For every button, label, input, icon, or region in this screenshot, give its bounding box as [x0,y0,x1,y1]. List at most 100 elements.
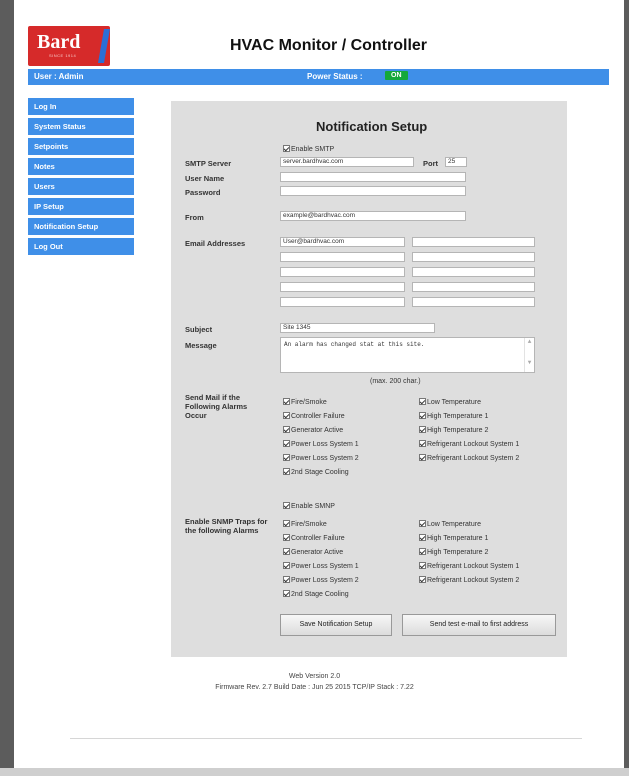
alarm-label: 2nd Stage Cooling [291,469,349,476]
alarm-label: Generator Active [291,427,344,434]
snmp-alarm-label: High Temperature 1 [427,535,489,542]
current-user: User : Admin [34,72,84,81]
message-textarea[interactable]: An alarm has changed stat at this site. … [280,337,535,373]
username-input[interactable] [280,172,466,182]
message-char-hint: (max. 200 char.) [370,378,421,385]
snmp-alarm-label: Power Loss System 1 [291,563,359,570]
sidebar-item-users[interactable]: Users [28,178,134,195]
alarms-section-label: Send Mail if the Following Alarms Occur [185,393,248,420]
snmp-alarm-label: 2nd Stage Cooling [291,591,349,598]
email-address-4[interactable] [412,252,535,262]
enable-smtp-checkbox[interactable]: Enable SMTP [283,145,334,154]
message-scrollbar[interactable]: ▲ ▼ [524,338,534,372]
subject-input[interactable]: Site 1345 [280,323,435,333]
alarm-checkbox-generator-active[interactable]: Generator Active [283,426,343,435]
email-address-8[interactable] [412,282,535,292]
enable-snmp-checkbox[interactable]: Enable SMNP [283,502,335,511]
snmp-checkbox-refrigerant-1[interactable]: Refrigerant Lockout System 1 [419,562,519,571]
smtp-server-label: SMTP Server [185,159,232,168]
alarm-checkbox-controller-failure[interactable]: Controller Failure [283,412,345,421]
alarm-label: High Temperature 2 [427,427,489,434]
power-status-label: Power Status : [307,72,363,81]
snmp-checkbox-power-loss-2[interactable]: Power Loss System 2 [283,576,359,585]
email-address-10[interactable] [412,297,535,307]
sidebar-item-log-out[interactable]: Log Out [28,238,134,255]
sidebar-item-ip-setup[interactable]: IP Setup [28,198,134,215]
subject-label: Subject [185,325,213,334]
send-test-email-button[interactable]: Send test e-mail to first address [402,614,556,636]
snmp-checkbox-2nd-stage-cooling[interactable]: 2nd Stage Cooling [283,590,349,599]
alarm-label: Controller Failure [291,413,345,420]
logo-text: Bard [37,31,81,53]
alarm-label: Refrigerant Lockout System 1 [427,441,520,448]
email-address-6[interactable] [412,267,535,277]
email-address-7[interactable] [280,282,405,292]
alarm-label: Power Loss System 1 [291,441,359,448]
snmp-checkbox-power-loss-1[interactable]: Power Loss System 1 [283,562,359,571]
message-label: Message [185,341,217,350]
page-header-title: HVAC Monitor / Controller [230,37,428,54]
alarm-checkbox-refrigerant-2[interactable]: Refrigerant Lockout System 2 [419,454,519,463]
snmp-alarm-label: Refrigerant Lockout System 1 [427,563,520,570]
save-notification-setup-button[interactable]: Save Notification Setup [280,614,392,636]
alarm-checkbox-high-temp-1[interactable]: High Temperature 1 [419,412,488,421]
snmp-alarm-label: Power Loss System 2 [291,577,359,584]
snmp-alarm-label: High Temperature 2 [427,549,489,556]
alarm-checkbox-power-loss-1[interactable]: Power Loss System 1 [283,440,359,449]
email-addresses-label: Email Addresses [185,239,246,248]
panel-title: Notification Setup [316,119,428,134]
username-label: User Name [185,174,225,183]
snmp-section-label: Enable SNMP Traps for the following Alar… [185,517,268,535]
snmp-alarm-label: Controller Failure [291,535,345,542]
enable-smtp-label: Enable SMTP [291,146,335,153]
email-address-3[interactable] [280,252,405,262]
email-address-5[interactable] [280,267,405,277]
port-label: Port [423,159,438,168]
snmp-checkbox-fire-smoke[interactable]: Fire/Smoke [283,520,327,529]
sidebar-item-setpoints[interactable]: Setpoints [28,138,134,155]
sidebar-item-notes[interactable]: Notes [28,158,134,175]
alarm-label: Refrigerant Lockout System 2 [427,455,520,462]
password-input[interactable] [280,186,466,196]
alarm-label: Low Temperature [427,399,481,406]
alarm-label: High Temperature 1 [427,413,489,420]
alarm-checkbox-low-temp[interactable]: Low Temperature [419,398,481,407]
port-input[interactable]: 25 [445,157,467,167]
snmp-checkbox-high-temp-2[interactable]: High Temperature 2 [419,548,488,557]
email-address-1[interactable]: User@bardhvac.com [280,237,405,247]
bard-logo: Bard SINCE 1914 [28,26,110,66]
smtp-server-input[interactable]: server.bardhvac.com [280,157,414,167]
snmp-alarm-label: Fire/Smoke [291,521,327,528]
snmp-checkbox-controller-failure[interactable]: Controller Failure [283,534,345,543]
sidebar-nav: Log In System Status Setpoints Notes Use… [28,98,134,258]
alarm-checkbox-refrigerant-1[interactable]: Refrigerant Lockout System 1 [419,440,519,449]
snmp-checkbox-low-temp[interactable]: Low Temperature [419,520,481,529]
alarm-checkbox-2nd-stage-cooling[interactable]: 2nd Stage Cooling [283,468,349,477]
email-address-9[interactable] [280,297,405,307]
email-address-2[interactable] [412,237,535,247]
bottom-scrollbar[interactable] [0,768,629,776]
firmware-info: Firmware Rev. 2.7 Build Date : Jun 25 20… [215,684,414,691]
snmp-checkbox-high-temp-1[interactable]: High Temperature 1 [419,534,488,543]
snmp-checkbox-refrigerant-2[interactable]: Refrigerant Lockout System 2 [419,576,519,585]
enable-snmp-label: Enable SMNP [291,503,335,510]
sidebar-item-notification-setup[interactable]: Notification Setup [28,218,134,235]
sidebar-item-system-status[interactable]: System Status [28,118,134,135]
alarm-checkbox-high-temp-2[interactable]: High Temperature 2 [419,426,488,435]
alarm-checkbox-fire-smoke[interactable]: Fire/Smoke [283,398,327,407]
web-version: Web Version 2.0 [288,673,341,680]
notification-setup-panel: Notification Setup Enable SMTP SMTP Serv… [171,101,567,657]
status-bar: User : Admin Power Status : ON [28,69,609,85]
from-input[interactable]: example@bardhvac.com [280,211,466,221]
snmp-checkbox-generator-active[interactable]: Generator Active [283,548,343,557]
alarm-label: Power Loss System 2 [291,455,359,462]
snmp-alarm-label: Low Temperature [427,521,481,528]
footer-divider [70,738,582,739]
alarm-checkbox-power-loss-2[interactable]: Power Loss System 2 [283,454,359,463]
message-text: An alarm has changed stat at this site. [284,341,425,348]
snmp-alarm-label: Refrigerant Lockout System 2 [427,577,520,584]
sidebar-item-log-in[interactable]: Log In [28,98,134,115]
alarm-label: Fire/Smoke [291,399,327,406]
snmp-alarm-label: Generator Active [291,549,344,556]
from-label: From [185,213,204,222]
